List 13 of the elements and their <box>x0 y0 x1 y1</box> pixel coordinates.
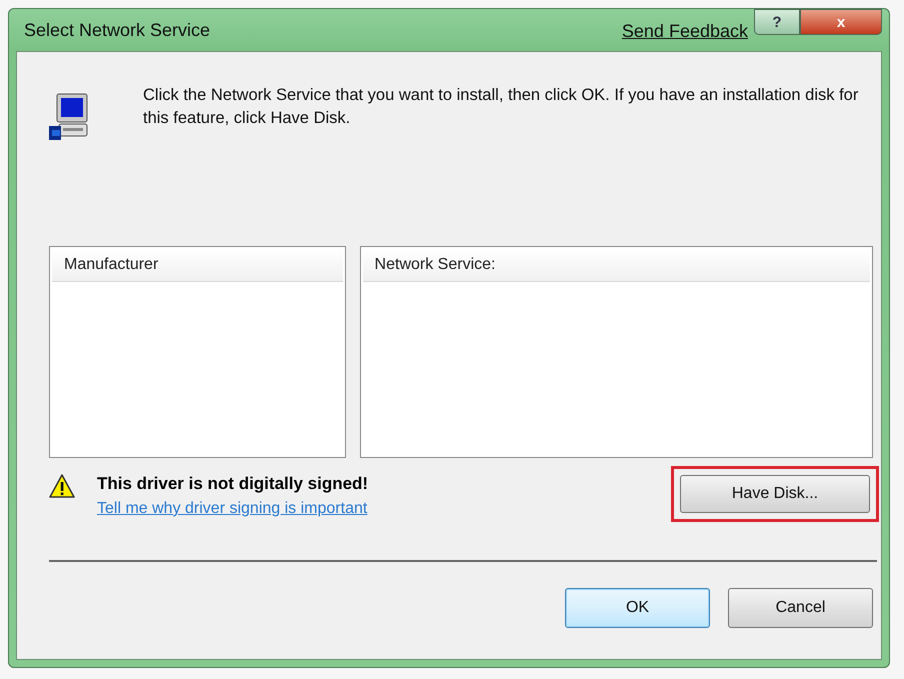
send-feedback-link[interactable]: Send Feedback <box>622 21 748 42</box>
help-button[interactable]: ? <box>754 9 800 35</box>
close-button[interactable]: x <box>800 9 882 35</box>
ok-button[interactable]: OK <box>565 588 710 628</box>
window-title: Select Network Service <box>23 20 210 40</box>
cancel-button[interactable]: Cancel <box>728 588 873 628</box>
warning-text: This driver is not digitally signed! <box>97 474 368 494</box>
driver-signing-link[interactable]: Tell me why driver signing is important <box>97 500 368 518</box>
instruction-text: Click the Network Service that you want to install, then click OK. If you have an installation disk for this feature, click Have Disk. <box>143 85 860 129</box>
warning-icon <box>49 474 75 498</box>
list-box[interactable]: Network Service: <box>360 246 873 458</box>
have-disk-button[interactable]: Have Disk... <box>680 475 870 513</box>
list-box[interactable]: Manufacturer <box>49 246 346 458</box>
